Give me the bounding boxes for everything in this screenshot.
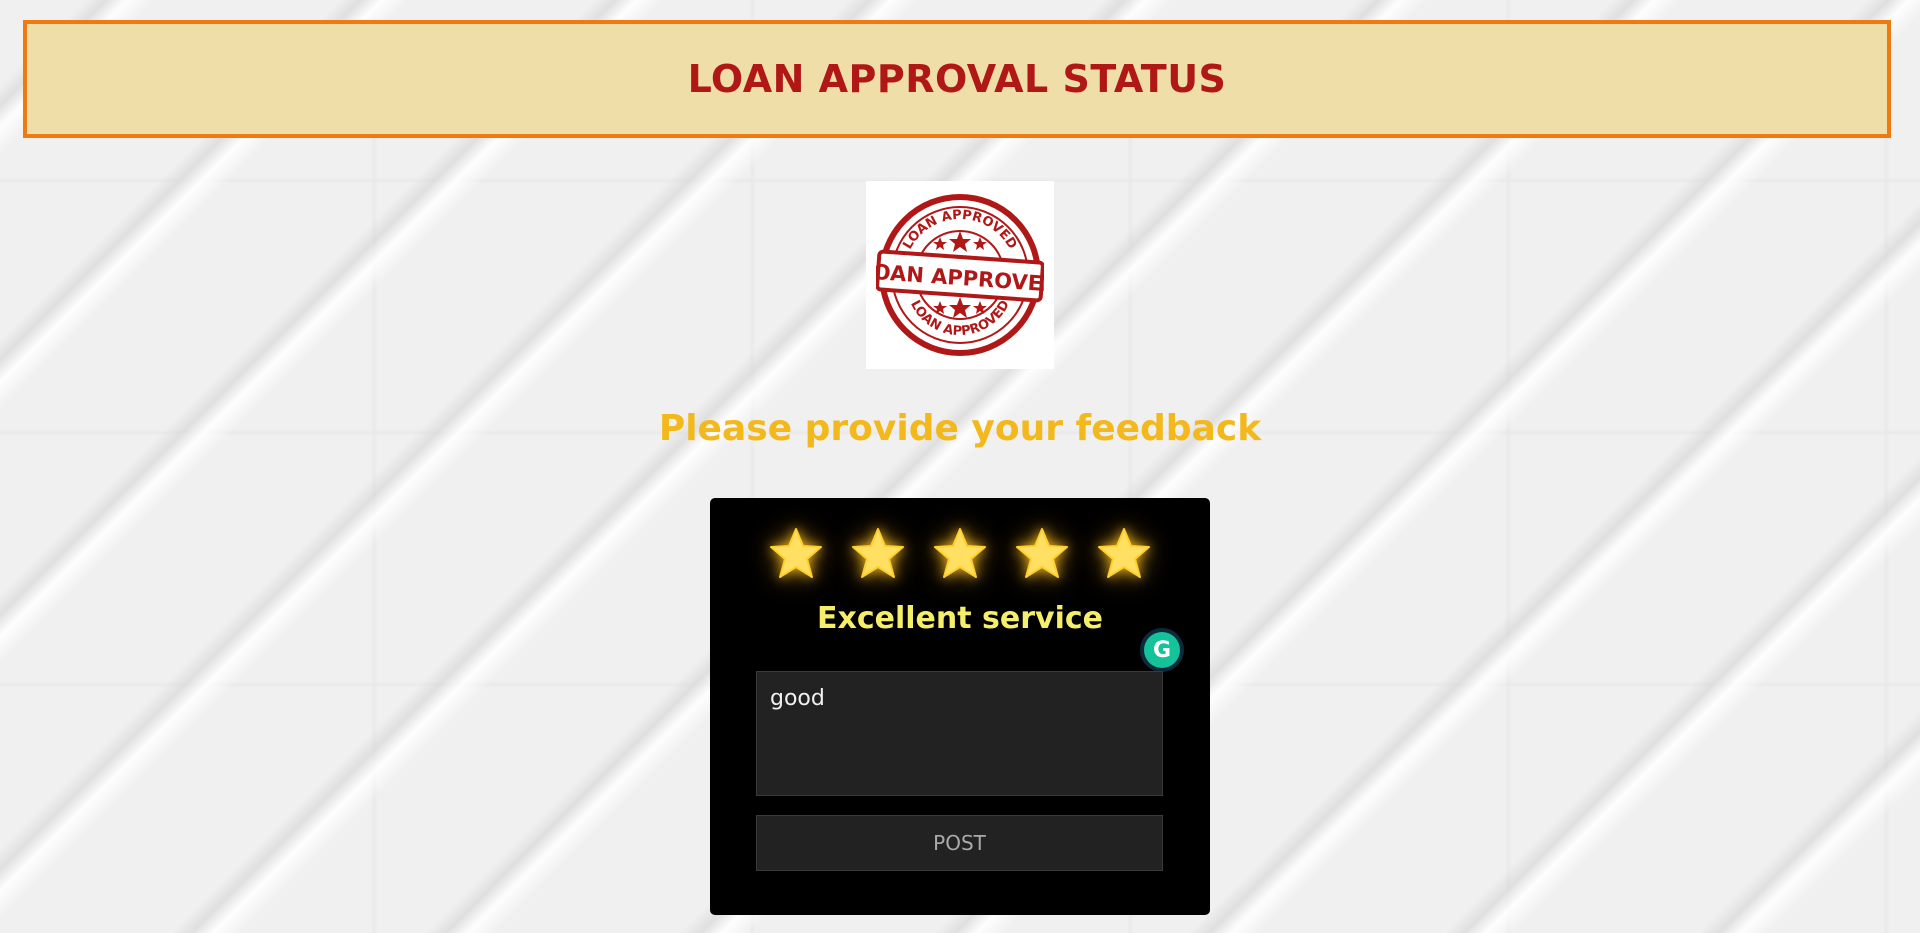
feedback-card: Excellent service G good POST	[710, 498, 1210, 915]
grammarly-glyph: G	[1144, 632, 1180, 668]
post-button[interactable]: POST	[756, 815, 1163, 871]
grammarly-icon[interactable]: G	[1140, 628, 1184, 672]
star-rating	[710, 526, 1210, 582]
loan-approved-stamp-icon: LOAN APPROVED LOAN APPROVED LOAN APPROVE…	[876, 194, 1044, 356]
loan-approved-stamp-image: LOAN APPROVED LOAN APPROVED LOAN APPROVE…	[866, 181, 1054, 369]
star-icon-1[interactable]	[768, 526, 824, 582]
star-icon-5[interactable]	[1096, 526, 1152, 582]
rating-label: Excellent service	[817, 601, 1103, 636]
page-title: LOAN APPROVAL STATUS	[687, 57, 1227, 101]
star-icon-3[interactable]	[932, 526, 988, 582]
star-icon-2[interactable]	[850, 526, 906, 582]
star-icon-4[interactable]	[1014, 526, 1070, 582]
feedback-comment-input[interactable]: good	[756, 671, 1163, 796]
page-header: LOAN APPROVAL STATUS	[23, 20, 1891, 138]
feedback-heading: Please provide your feedback	[658, 408, 1262, 449]
